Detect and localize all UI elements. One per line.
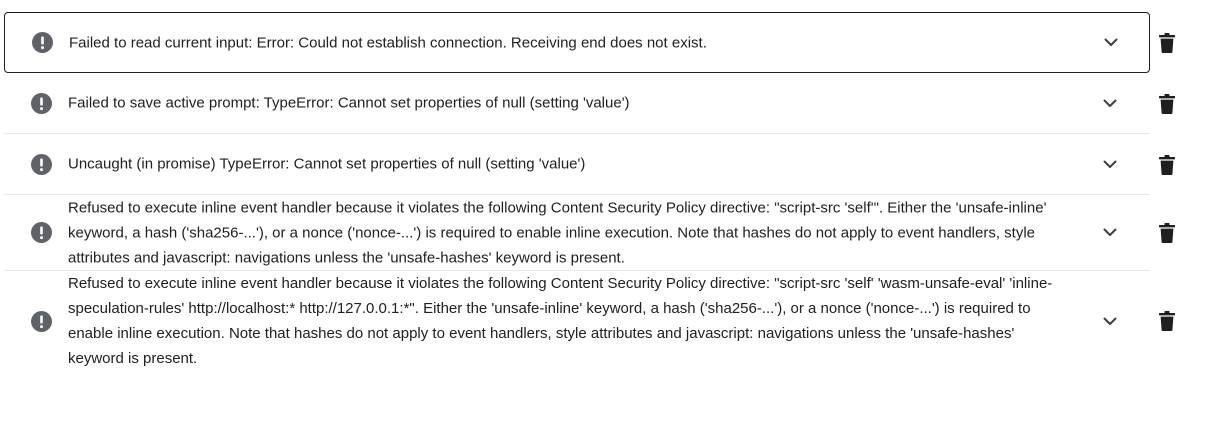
error-row: Uncaught (in promise) TypeError: Cannot … bbox=[0, 134, 1217, 195]
error-icon bbox=[31, 222, 52, 243]
error-icon bbox=[31, 92, 52, 114]
error-card[interactable]: Refused to execute inline event handler … bbox=[4, 195, 1150, 271]
chevron-down-icon[interactable] bbox=[1100, 93, 1120, 113]
trash-icon[interactable] bbox=[1154, 308, 1180, 334]
error-row: Refused to execute inline event handler … bbox=[0, 195, 1217, 271]
error-row: Failed to read current input: Error: Cou… bbox=[0, 12, 1217, 73]
chevron-down-icon[interactable] bbox=[1100, 154, 1120, 174]
trash-icon[interactable] bbox=[1154, 91, 1180, 117]
chevron-down-icon[interactable] bbox=[1100, 223, 1120, 243]
error-row: Refused to execute inline event handler … bbox=[0, 271, 1217, 371]
error-icon bbox=[31, 310, 52, 332]
trash-icon[interactable] bbox=[1154, 152, 1180, 178]
error-icon bbox=[32, 32, 53, 53]
trash-icon[interactable] bbox=[1154, 30, 1180, 56]
chevron-down-icon[interactable] bbox=[1101, 33, 1121, 53]
error-message: Failed to read current input: Error: Cou… bbox=[69, 34, 707, 51]
error-card[interactable]: Failed to read current input: Error: Cou… bbox=[4, 12, 1150, 73]
trash-icon[interactable] bbox=[1154, 220, 1180, 246]
error-list: Failed to read current input: Error: Cou… bbox=[0, 12, 1217, 371]
error-message: Failed to save active prompt: TypeError:… bbox=[68, 94, 630, 112]
chevron-down-icon[interactable] bbox=[1100, 311, 1120, 331]
error-row: Failed to save active prompt: TypeError:… bbox=[0, 73, 1217, 134]
error-icon bbox=[31, 153, 52, 175]
error-message: Uncaught (in promise) TypeError: Cannot … bbox=[68, 155, 586, 173]
error-message: Refused to execute inline event handler … bbox=[68, 199, 1047, 266]
error-message: Refused to execute inline event handler … bbox=[68, 275, 1053, 367]
error-card[interactable]: Uncaught (in promise) TypeError: Cannot … bbox=[4, 134, 1150, 195]
error-card[interactable]: Refused to execute inline event handler … bbox=[4, 271, 1150, 371]
error-card[interactable]: Failed to save active prompt: TypeError:… bbox=[4, 73, 1150, 134]
